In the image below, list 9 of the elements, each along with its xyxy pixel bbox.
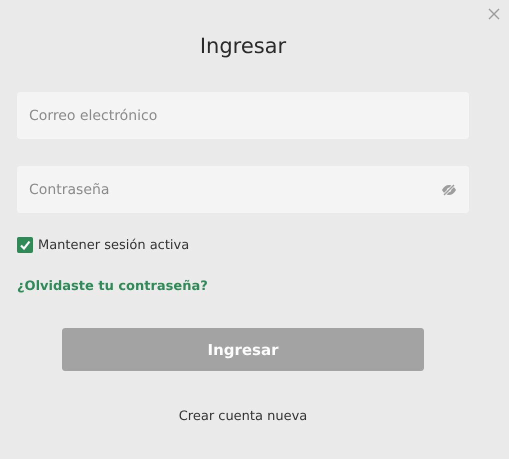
hidden-eye-icon[interactable] (441, 184, 457, 196)
email-field[interactable]: Correo electrónico (17, 92, 469, 139)
create-account-link[interactable]: Crear cuenta nueva (178, 409, 308, 424)
password-field[interactable]: Contraseña (17, 166, 469, 213)
forgot-password-link[interactable]: ¿Olvidaste tu contraseña? (17, 279, 208, 294)
checkbox-label: Mantener sesión activa (38, 238, 190, 252)
dialog-title: Ingresar (198, 33, 288, 60)
close-icon[interactable] (488, 8, 500, 20)
checkbox[interactable] (17, 237, 33, 253)
